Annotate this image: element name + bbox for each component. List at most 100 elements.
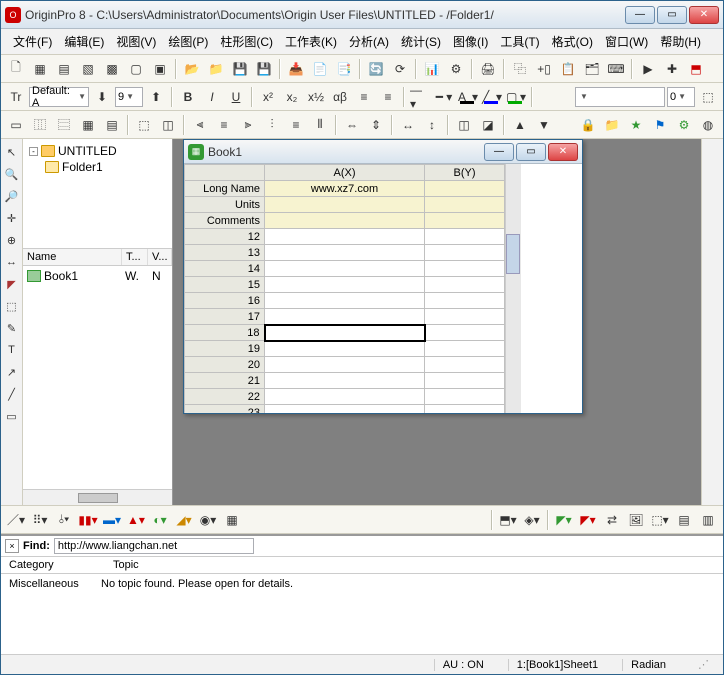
menu-edit[interactable]: 编辑(E) (58, 31, 110, 52)
workbook-maximize-button[interactable]: ▭ (516, 143, 546, 161)
new-graph-icon[interactable]: ▧ (77, 58, 99, 80)
group-icon[interactable]: ◫ (453, 114, 475, 136)
subscript-button[interactable]: x₂ (281, 86, 303, 108)
minimize-button[interactable]: — (625, 6, 655, 24)
font-size-up-icon[interactable]: ⬆ (145, 86, 167, 108)
fill-color-button[interactable]: ▢▾ (505, 86, 527, 108)
align-middle-icon[interactable]: ≡ (285, 114, 307, 136)
unknown-right-icon[interactable]: ⬚ (697, 86, 719, 108)
scrollbar-thumb[interactable] (506, 234, 520, 274)
project-explorer-icon[interactable]: 🗂 (581, 58, 603, 80)
data-reader-tool-icon[interactable]: ⊕ (3, 231, 21, 249)
menu-file[interactable]: 文件(F) (7, 31, 58, 52)
save-template-icon[interactable]: 💾 (253, 58, 275, 80)
region-tool-icon[interactable]: ⬚ (3, 297, 21, 315)
layout-4-icon[interactable]: ▦ (77, 114, 99, 136)
vector-plot-icon[interactable]: ▤ (673, 509, 695, 531)
resize-grip-icon[interactable]: ⋰ (690, 658, 717, 671)
menu-view[interactable]: 视图(V) (110, 31, 162, 52)
workbook-close-button[interactable]: ✕ (548, 143, 578, 161)
list-header-name[interactable]: Name (23, 249, 122, 265)
image-plot-icon[interactable]: 🖼 (625, 509, 647, 531)
scatter-plot-icon[interactable]: ⠿▾ (29, 509, 51, 531)
text-tool-icon-2[interactable]: T (3, 341, 21, 359)
menu-image[interactable]: 图像(I) (447, 31, 494, 52)
new-layout-icon[interactable]: ▢ (125, 58, 147, 80)
template-plot-icon[interactable]: ▦ (221, 509, 243, 531)
save-icon[interactable]: 💾 (229, 58, 251, 80)
front-icon[interactable]: ▲ (509, 114, 531, 136)
ungroup-icon[interactable]: ◪ (477, 114, 499, 136)
surface-plot-icon[interactable]: ◢▾ (173, 509, 195, 531)
flag-icon[interactable]: ⚑ (649, 114, 671, 136)
zoom-out-tool-icon[interactable]: 🔎 (3, 187, 21, 205)
menu-column[interactable]: 柱形图(C) (214, 31, 279, 52)
greek-button[interactable]: αβ (329, 86, 351, 108)
area-plot-icon[interactable]: ▲▾ (125, 509, 147, 531)
right-number-combo[interactable]: 0▼ (667, 87, 695, 107)
star-icon[interactable]: ★ (625, 114, 647, 136)
line-style-combo[interactable]: — ▾ (409, 86, 431, 108)
find-results-row[interactable]: Miscellaneous No topic found. Please ope… (1, 574, 723, 594)
batch-icon[interactable]: 📊 (421, 58, 443, 80)
font-size-down-icon[interactable]: ⬇ (91, 86, 113, 108)
list-item[interactable]: Book1 W. N (25, 268, 170, 284)
align-left-icon[interactable]: ⫷ (189, 114, 211, 136)
new-notes-icon[interactable]: ▣ (149, 58, 171, 80)
list-header-view[interactable]: V... (148, 249, 172, 265)
menu-statistics[interactable]: 统计(S) (395, 31, 447, 52)
list-header-type[interactable]: T... (122, 249, 148, 265)
align-center-icon[interactable]: ≡ (213, 114, 235, 136)
contour-plot-icon[interactable]: ◉▾ (197, 509, 219, 531)
gear-green-icon[interactable]: ⚙ (673, 114, 695, 136)
find-input[interactable] (54, 538, 254, 554)
print-icon[interactable]: 🖨 (477, 58, 499, 80)
workbook-minimize-button[interactable]: — (484, 143, 514, 161)
layout-5-icon[interactable]: ▤ (101, 114, 123, 136)
menu-window[interactable]: 窗口(W) (599, 31, 654, 52)
folder-yellow-icon[interactable]: 📁 (601, 114, 623, 136)
text-tool-icon[interactable]: Tr (5, 86, 27, 108)
menu-tools[interactable]: 工具(T) (494, 31, 545, 52)
duplicate-icon[interactable]: ⿻ (509, 58, 531, 80)
close-button[interactable]: ✕ (689, 6, 719, 24)
line-width-combo[interactable]: ━ ▾ (433, 86, 455, 108)
find-header-category[interactable]: Category (9, 559, 89, 571)
layout-2-icon[interactable]: ⿲ (29, 114, 51, 136)
project-tree[interactable]: - UNTITLED Folder1 (23, 139, 172, 249)
line-color-button[interactable]: ╱▾ (481, 86, 503, 108)
supersubscript-button[interactable]: x½ (305, 86, 327, 108)
find-header-topic[interactable]: Topic (113, 559, 139, 571)
screen-reader-tool-icon[interactable]: ✛ (3, 209, 21, 227)
3d-bars-icon[interactable]: ⬒▾ (497, 509, 519, 531)
tree-root[interactable]: - UNTITLED (27, 143, 168, 159)
align-bottom-icon[interactable]: ⫴ (309, 114, 331, 136)
recalc-icon[interactable]: ⟳ (389, 58, 411, 80)
new-workbook-icon[interactable]: ▦ (29, 58, 51, 80)
open-dialog-icon[interactable]: ⚙ (445, 58, 467, 80)
mask-green-icon[interactable]: ◤▾ (553, 509, 575, 531)
pie-plot-icon[interactable]: ◐▾ (149, 509, 171, 531)
add-column-icon[interactable]: +▯ (533, 58, 555, 80)
distribute-v-icon[interactable]: ⇕ (365, 114, 387, 136)
menu-plot[interactable]: 绘图(P) (162, 31, 214, 52)
open-template-icon[interactable]: 📁 (205, 58, 227, 80)
same-height-icon[interactable]: ↕ (421, 114, 443, 136)
import-multi-icon[interactable]: 📑 (333, 58, 355, 80)
distribute-h-icon[interactable]: ⇔ (341, 114, 363, 136)
transfer-icon[interactable]: ⬒ (685, 58, 707, 80)
open-icon[interactable]: 📂 (181, 58, 203, 80)
digitizer-icon[interactable]: ✚ (661, 58, 683, 80)
bold-button[interactable]: B (177, 86, 199, 108)
workbook-window[interactable]: ▦ Book1 — ▭ ✕ A(X)B(Y)Long Namewww.xz7.c… (183, 139, 583, 414)
stock-plot-icon[interactable]: ⬚▾ (649, 509, 671, 531)
increase-indent-icon[interactable]: ≡ (353, 86, 375, 108)
back-icon[interactable]: ▼ (533, 114, 555, 136)
zoom-in-tool-icon[interactable]: 🔍 (3, 165, 21, 183)
decrease-indent-icon[interactable]: ≡ (377, 86, 399, 108)
ternary-plot-icon[interactable]: ▥ (697, 509, 719, 531)
data-selector-tool-icon[interactable]: ↔ (3, 253, 21, 271)
bar-plot-icon[interactable]: ▬▾ (101, 509, 123, 531)
code-builder-icon[interactable]: ⌨ (605, 58, 627, 80)
layout-3-icon[interactable]: ⿳ (53, 114, 75, 136)
